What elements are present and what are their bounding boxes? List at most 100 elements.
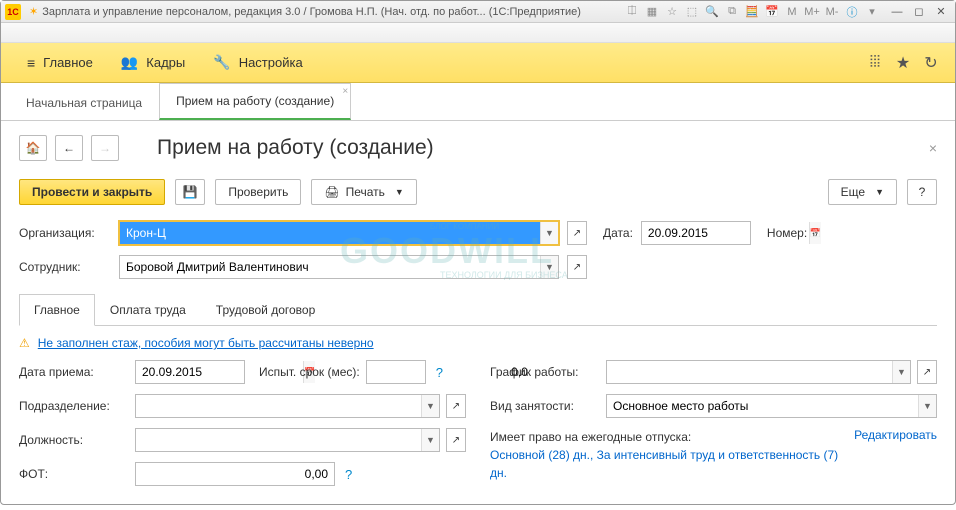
page-title: Прием на работу (создание) <box>157 136 434 160</box>
dropdown-icon[interactable]: ▼ <box>540 222 558 244</box>
menu-main-label: Главное <box>43 55 93 70</box>
open-ref-button[interactable]: ↗ <box>567 255 587 279</box>
org-label: Организация: <box>19 226 111 240</box>
tb-icon-5[interactable]: 🔍 <box>705 5 719 19</box>
tb-icon-4[interactable]: ⬚ <box>685 5 699 19</box>
m-plus-button[interactable]: M+ <box>805 5 819 19</box>
help-icon[interactable]: ? <box>436 365 443 380</box>
position-label: Должность: <box>19 433 129 447</box>
tb-icon-3[interactable]: ☆ <box>665 5 679 19</box>
hire-date-wrap: 📅 <box>135 360 245 384</box>
app-logo: 1C <box>5 4 21 20</box>
dropdown-icon[interactable]: ▼ <box>892 361 910 383</box>
back-button[interactable]: ← <box>55 135 83 161</box>
fot-input[interactable] <box>136 463 334 485</box>
favorite-icon[interactable]: ✶ <box>29 5 38 18</box>
date-input-wrap: 📅 <box>641 221 751 245</box>
toolbar: Провести и закрыть 💾 Проверить 🖨 Печать … <box>19 179 937 205</box>
schedule-label: График работы: <box>490 365 600 379</box>
forward-button[interactable]: → <box>91 135 119 161</box>
org-input[interactable] <box>120 222 540 244</box>
employee-label: Сотрудник: <box>19 260 111 274</box>
employment-input[interactable] <box>607 395 918 417</box>
fot-wrap <box>135 462 335 486</box>
print-button[interactable]: 🖨 Печать ▼ <box>311 179 416 205</box>
tb-icon-1[interactable]: ⎅ <box>625 5 639 19</box>
dropdown-icon[interactable]: ▼ <box>918 395 936 417</box>
hamburger-icon: ≡ <box>27 55 35 71</box>
home-button[interactable]: 🏠 <box>19 135 47 161</box>
menubar: ≡ Главное 👥 Кадры 🔧 Настройка ⦙⦙⦙ ★ ↻ <box>1 43 955 83</box>
tab-hire-label: Прием на работу (создание) <box>176 94 334 108</box>
employment-label: Вид занятости: <box>490 399 600 413</box>
probation-label: Испыт. срок (мес): <box>259 365 360 379</box>
save-button[interactable]: 💾 <box>175 179 205 205</box>
calculator-icon[interactable]: 🧮 <box>745 5 759 19</box>
printer-icon: 🖨 <box>324 185 339 199</box>
open-ref-button[interactable]: ↗ <box>917 360 937 384</box>
star-icon[interactable]: ★ <box>891 51 915 75</box>
edit-link[interactable]: Редактировать <box>854 428 937 442</box>
grid-icon[interactable]: ⦙⦙⦙ <box>863 51 887 75</box>
employee-input[interactable] <box>120 256 540 278</box>
wrench-icon: 🔧 <box>213 54 230 71</box>
close-button[interactable]: ✕ <box>931 4 951 20</box>
tab-close-icon[interactable]: × <box>342 86 348 97</box>
m-button[interactable]: M <box>785 5 799 19</box>
dropdown-icon[interactable]: ▾ <box>865 5 879 19</box>
warning-row: ⚠ Не заполнен стаж, пособия могут быть р… <box>19 326 937 360</box>
menu-staff[interactable]: 👥 Кадры <box>107 54 199 71</box>
inner-tab-contract[interactable]: Трудовой договор <box>201 294 330 326</box>
document-tabs: Начальная страница Прием на работу (созд… <box>1 83 955 121</box>
window-title: Зарплата и управление персоналом, редакц… <box>42 6 625 18</box>
tb-icon-2[interactable]: ▦ <box>645 5 659 19</box>
m-minus-button[interactable]: M- <box>825 5 839 19</box>
inner-tab-main[interactable]: Главное <box>19 294 95 326</box>
print-label: Печать <box>346 185 385 199</box>
more-label: Еще <box>841 185 865 199</box>
schedule-wrap: ▼ <box>606 360 911 384</box>
warning-link[interactable]: Не заполнен стаж, пособия могут быть рас… <box>38 336 374 350</box>
position-wrap: ▼ <box>135 428 440 452</box>
history-icon[interactable]: ↻ <box>919 51 943 75</box>
vacation-rights-label: Имеет право на ежегодные отпуска: <box>490 428 848 446</box>
dropdown-icon[interactable]: ▼ <box>421 429 439 451</box>
minimize-button[interactable]: — <box>887 4 907 20</box>
check-button[interactable]: Проверить <box>215 179 301 205</box>
calendar-icon[interactable]: 📅 <box>765 5 779 19</box>
tab-start-page[interactable]: Начальная страница <box>9 85 159 120</box>
open-ref-button[interactable]: ↗ <box>446 394 466 418</box>
titlebar: 1C ✶ Зарплата и управление персоналом, р… <box>1 1 955 23</box>
department-input[interactable] <box>136 395 421 417</box>
tb-icon-6[interactable]: ⧉ <box>725 5 739 19</box>
menu-staff-label: Кадры <box>146 55 185 70</box>
info-icon[interactable]: ⓘ <box>845 5 859 19</box>
content-area: 🏠 ← → Прием на работу (создание) × Прове… <box>1 121 955 510</box>
dropdown-icon[interactable]: ▼ <box>421 395 439 417</box>
warning-icon: ⚠ <box>19 336 30 350</box>
menu-main[interactable]: ≡ Главное <box>13 55 107 71</box>
department-wrap: ▼ <box>135 394 440 418</box>
help-icon[interactable]: ? <box>345 467 352 482</box>
inner-tab-pay[interactable]: Оплата труда <box>95 294 201 326</box>
position-input[interactable] <box>136 429 421 451</box>
people-icon: 👥 <box>121 54 138 71</box>
hire-date-label: Дата приема: <box>19 365 129 379</box>
close-page-button[interactable]: × <box>929 140 937 156</box>
post-and-close-button[interactable]: Провести и закрыть <box>19 179 165 205</box>
maximize-button[interactable]: ◻ <box>909 4 929 20</box>
help-button[interactable]: ? <box>907 179 937 205</box>
open-ref-button[interactable]: ↗ <box>446 428 466 452</box>
chevron-down-icon: ▼ <box>395 187 404 197</box>
fot-label: ФОТ: <box>19 467 129 481</box>
more-button[interactable]: Еще ▼ <box>828 179 897 205</box>
calendar-icon[interactable]: 📅 <box>809 222 821 244</box>
quickbar <box>1 23 955 43</box>
open-ref-button[interactable]: ↗ <box>567 221 587 245</box>
employee-input-wrap: ▼ <box>119 255 559 279</box>
tab-hire[interactable]: Прием на работу (создание) × <box>159 83 351 120</box>
dropdown-icon[interactable]: ▼ <box>540 256 558 278</box>
menu-settings[interactable]: 🔧 Настройка <box>199 54 316 71</box>
schedule-input[interactable] <box>607 361 892 383</box>
menu-settings-label: Настройка <box>239 55 303 70</box>
